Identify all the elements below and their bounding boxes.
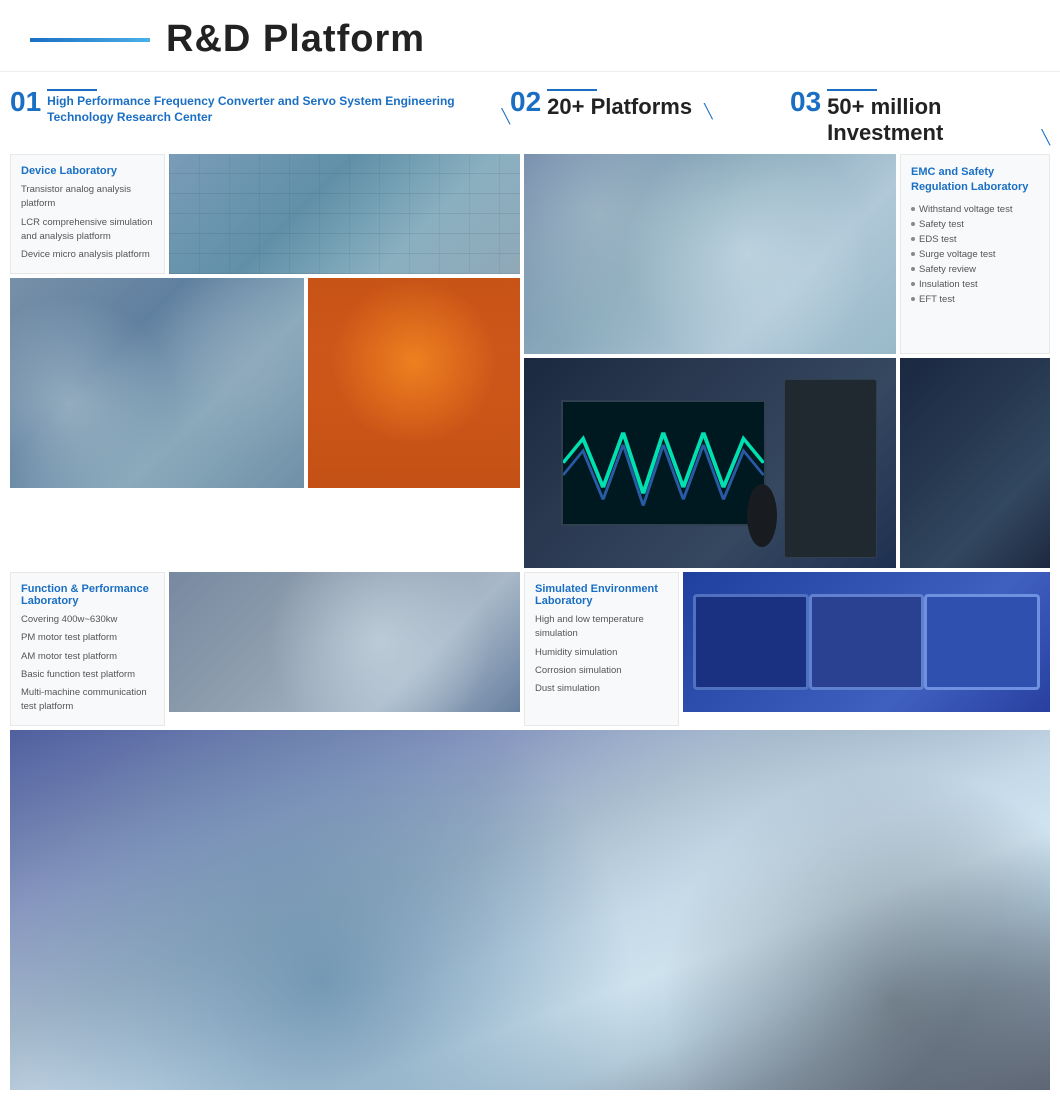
device-lab-item-3: Device micro analysis platform — [21, 248, 154, 262]
sim-env-image — [683, 572, 1050, 712]
sim-env-title: Simulated Environment Laboratory — [535, 583, 668, 607]
func-item-1: Covering 400w~630kw — [21, 613, 154, 627]
emc-item-5: Safety review — [911, 264, 1039, 275]
emc-dot-5 — [911, 267, 915, 271]
main-content: Device Laboratory Transistor analog anal… — [0, 154, 1060, 1090]
sim-item-1: High and low temperature simulation — [535, 613, 668, 642]
device-lab-title: Device Laboratory — [21, 165, 154, 177]
emc-dot-2 — [911, 222, 915, 226]
header-accent-line — [30, 38, 150, 42]
lab-person-img-bg — [524, 154, 896, 354]
device-lab-text: Device Laboratory Transistor analog anal… — [10, 154, 165, 274]
sim-item-3: Corrosion simulation — [535, 664, 668, 678]
emc-item-3: EDS test — [911, 234, 1039, 245]
sim-item-4: Dust simulation — [535, 682, 668, 696]
emc-panel: EMC and Safety Regulation Laboratory Wit… — [900, 154, 1050, 568]
manufacturing-img-bg — [10, 278, 304, 488]
func-item-2: PM motor test platform — [21, 631, 154, 645]
emc-item-1: Withstand voltage test — [911, 204, 1039, 215]
emc-dot-6 — [911, 282, 915, 286]
chamber-1 — [693, 594, 809, 690]
sub-label-3: 50+ million Investment — [827, 94, 1029, 146]
device-lab-item-2: LCR comprehensive simulation and analysi… — [21, 216, 154, 245]
wave-svg — [563, 402, 764, 524]
left-panel: Device Laboratory Transistor analog anal… — [10, 154, 520, 568]
emc-panel-bottom-img — [900, 358, 1050, 568]
oscilloscope-controls — [784, 379, 877, 558]
emc-item-4: Surge voltage test — [911, 249, 1039, 260]
emc-item-6: Insulation test — [911, 279, 1039, 290]
oscilloscope-image — [524, 358, 896, 568]
func-lab-text: Function & Performance Laboratory Coveri… — [10, 572, 165, 726]
sim-item-2: Humidity simulation — [535, 646, 668, 660]
device-lab-image — [169, 154, 520, 274]
oscilloscope-screen — [561, 400, 766, 526]
sub-header-row: 01 High Performance Frequency Converter … — [0, 72, 1060, 154]
sub-label-2: 20+ Platforms — [547, 94, 692, 120]
sub-divider-2 — [547, 89, 597, 91]
emc-dot-3 — [911, 237, 915, 241]
sub-num-1: 01 — [10, 86, 41, 118]
bottom-large-image — [10, 730, 1050, 1090]
orange-machine-image — [308, 278, 520, 488]
sub-arrow-1: ╲ — [502, 108, 510, 125]
middle-row: Function & Performance Laboratory Coveri… — [10, 572, 1050, 726]
emc-dot-7 — [911, 297, 915, 301]
chamber-2 — [809, 594, 925, 690]
func-item-3: AM motor test platform — [21, 650, 154, 664]
oscilloscope-knob — [747, 484, 777, 547]
func-lab-section: Function & Performance Laboratory Coveri… — [10, 572, 520, 726]
sim-env-text: Simulated Environment Laboratory High an… — [524, 572, 679, 726]
func-lab-title: Function & Performance Laboratory — [21, 583, 154, 607]
sub-arrow-2: ╲ — [704, 103, 712, 120]
sub-divider-3 — [827, 89, 877, 91]
sub-item-2: 02 20+ Platforms ╲ — [510, 86, 790, 120]
large-img-row — [10, 278, 520, 488]
emc-dot-4 — [911, 252, 915, 256]
emc-lab-text: EMC and Safety Regulation Laboratory Wit… — [900, 154, 1050, 354]
sub-num-3: 03 — [790, 86, 821, 118]
emc-dot-1 — [911, 207, 915, 211]
sub-item-1: 01 High Performance Frequency Converter … — [10, 86, 510, 125]
emc-item-2: Safety test — [911, 219, 1039, 230]
bottom-img-bg — [10, 730, 1050, 1090]
func-lab-image — [169, 572, 520, 712]
page-header: R&D Platform — [0, 0, 1060, 72]
sub-num-2: 02 — [510, 86, 541, 118]
func-item-5: Multi-machine communication test platfor… — [21, 686, 154, 715]
bottom-gradient-overlay — [10, 730, 1050, 1090]
sub-arrow-3: ╲ — [1042, 129, 1050, 146]
lab-person-image — [524, 154, 896, 354]
oscilloscope-img-bg — [524, 358, 896, 568]
page-title: R&D Platform — [166, 18, 425, 61]
sub-divider-1 — [47, 89, 97, 91]
func-item-4: Basic function test platform — [21, 668, 154, 682]
device-lab-row: Device Laboratory Transistor analog anal… — [10, 154, 520, 274]
sub-label-1: High Performance Frequency Converter and… — [47, 94, 489, 125]
sub-item-3: 03 50+ million Investment ╲ — [790, 86, 1050, 146]
func-lab-img-bg — [169, 572, 520, 712]
dark-equipment-bg — [900, 358, 1050, 568]
emc-lab-title: EMC and Safety Regulation Laboratory — [911, 165, 1039, 196]
sim-env-img-bg — [683, 572, 1050, 712]
manufacturing-image — [10, 278, 304, 488]
device-lab-img-bg — [169, 154, 520, 274]
right-panel — [524, 154, 896, 568]
emc-item-7: EFT test — [911, 294, 1039, 305]
device-lab-item-1: Transistor analog analysis platform — [21, 183, 154, 212]
chamber-3 — [924, 594, 1040, 690]
sim-env-section: Simulated Environment Laboratory High an… — [524, 572, 1050, 726]
orange-machine-img-bg — [308, 278, 520, 488]
top-row: Device Laboratory Transistor analog anal… — [10, 154, 1050, 568]
